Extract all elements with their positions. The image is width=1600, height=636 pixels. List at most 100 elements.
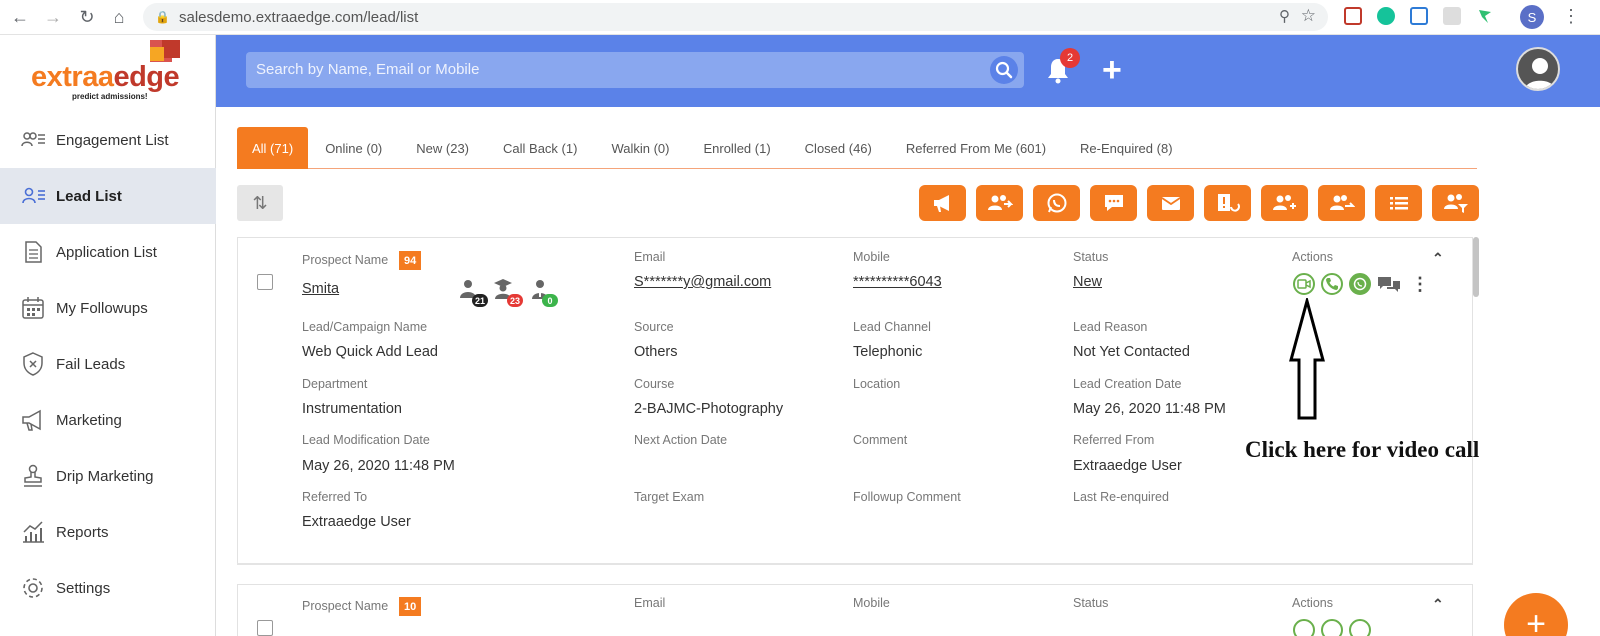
tab-referred-from-me[interactable]: Referred From Me (601): [889, 127, 1063, 169]
app-header: Search by Name, Email or Mobile 2 +: [216, 35, 1600, 107]
status-label: Status: [1073, 596, 1109, 610]
list-icon: [1389, 197, 1408, 210]
sidebar-item-settings[interactable]: Settings: [0, 560, 216, 616]
email-value[interactable]: S*******y@gmail.com: [634, 274, 771, 290]
prospect-name-label: Prospect Name: [302, 599, 389, 613]
tab-call-back[interactable]: Call Back (1): [486, 127, 594, 169]
course-value: 2-BAJMC-Photography: [634, 401, 784, 417]
sidebar-item-fail-leads[interactable]: Fail Leads: [0, 336, 216, 392]
lead-modification-date-label: Lead Modification Date: [302, 433, 430, 447]
target-exam-label: Target Exam: [634, 490, 705, 504]
sidebar-item-label: Reports: [56, 523, 109, 541]
tab-enrolled[interactable]: Enrolled (1): [686, 127, 787, 169]
search-icon[interactable]: [990, 56, 1018, 84]
back-icon[interactable]: ←: [5, 2, 35, 32]
sidebar-item-drip-marketing[interactable]: Drip Marketing: [0, 448, 216, 504]
sms-bulk-button[interactable]: [1090, 185, 1137, 221]
tab-all[interactable]: All (71): [237, 127, 309, 169]
whatsapp-icon[interactable]: [1349, 273, 1371, 295]
tab-new[interactable]: New (23): [399, 127, 486, 169]
whatsapp-icon: [1047, 193, 1066, 213]
lead-select-checkbox[interactable]: [257, 274, 273, 290]
sidebar-item-marketing[interactable]: Marketing: [0, 392, 216, 448]
extension-grey-icon[interactable]: [1443, 7, 1461, 25]
whatsapp-icon[interactable]: [1349, 619, 1371, 636]
prospect-name-link[interactable]: Smita: [302, 281, 339, 297]
phone-call-icon[interactable]: [1321, 273, 1343, 295]
zoom-icon[interactable]: ⚲: [1279, 7, 1290, 25]
tab-re-enquired[interactable]: Re-Enquired (8): [1063, 127, 1190, 169]
video-call-icon[interactable]: [1293, 619, 1315, 636]
extension-green-icon[interactable]: [1476, 7, 1494, 25]
info-count-badge: 0: [542, 294, 558, 307]
logo[interactable]: extraaedge predict admissions!: [0, 35, 216, 107]
lead-card: [237, 584, 1473, 636]
status-value[interactable]: New: [1073, 274, 1102, 290]
transfer-users-icon: [987, 195, 1013, 210]
search-input[interactable]: Search by Name, Email or Mobile: [246, 52, 1024, 88]
add-lead-button[interactable]: +: [1102, 52, 1122, 88]
extension-blue-icon[interactable]: [1410, 7, 1428, 25]
address-bar[interactable]: 🔒 salesdemo.extraaedge.com/lead/list ⚲ ☆: [143, 3, 1328, 31]
plus-icon: +: [1526, 605, 1546, 636]
bookmark-star-icon[interactable]: ☆: [1301, 6, 1316, 26]
stamp-icon: [24, 464, 42, 487]
browser-toolbar: ← → ↻ ⌂ 🔒 salesdemo.extraaedge.com/lead/…: [0, 0, 1600, 35]
last-re-enquired-label: Last Re-enquired: [1073, 490, 1169, 504]
scrollbar-thumb[interactable]: [1473, 237, 1479, 297]
change-status-button[interactable]: [1204, 185, 1251, 221]
more-options-icon[interactable]: ⋮: [1411, 274, 1429, 295]
source-label: Source: [634, 320, 674, 334]
lead-score-badge: 94: [399, 251, 422, 270]
referred-from-value: Extraaedge User: [1073, 458, 1182, 474]
whatsapp-bulk-button[interactable]: [1033, 185, 1080, 221]
card-separator: [237, 563, 1473, 565]
sidebar-item-application-list[interactable]: Application List: [0, 224, 216, 280]
collapse-chevron-icon[interactable]: ⌃: [1432, 596, 1444, 613]
calendar-icon: [22, 297, 44, 319]
home-icon[interactable]: ⌂: [104, 2, 134, 32]
user-avatar[interactable]: [1516, 47, 1560, 91]
email-bulk-button[interactable]: [1147, 185, 1194, 221]
phone-call-icon[interactable]: [1321, 619, 1343, 636]
sidebar-item-label: Settings: [56, 579, 111, 597]
bulk-campaign-button[interactable]: [919, 185, 966, 221]
department-value: Instrumentation: [302, 401, 402, 417]
list-view-button[interactable]: [1375, 185, 1422, 221]
sidebar-item-lead-list[interactable]: Lead List: [0, 168, 216, 224]
sidebar-item-reports[interactable]: Reports: [0, 504, 216, 560]
profile-avatar[interactable]: S: [1520, 5, 1544, 29]
forward-icon[interactable]: →: [38, 2, 68, 32]
assign-leads-button[interactable]: [1261, 185, 1308, 221]
sort-button[interactable]: ⇅: [237, 185, 283, 221]
shield-x-icon: [23, 352, 43, 376]
transfer-leads-button[interactable]: [976, 185, 1023, 221]
sidebar-item-label: Marketing: [56, 411, 122, 429]
source-value: Others: [634, 344, 678, 360]
reload-icon[interactable]: ↻: [72, 2, 102, 32]
sidebar-item-engagement-list[interactable]: Engagement List: [0, 112, 216, 168]
tab-closed[interactable]: Closed (46): [788, 127, 889, 169]
tab-walkin[interactable]: Walkin (0): [594, 127, 686, 169]
sidebar-item-label: My Followups: [56, 299, 148, 317]
sidebar-item-label: Lead List: [56, 187, 122, 205]
browser-menu-icon[interactable]: ⋮: [1562, 6, 1580, 27]
lock-icon: 🔒: [155, 10, 170, 24]
comment-label: Comment: [853, 433, 908, 447]
move-leads-button[interactable]: [1318, 185, 1365, 221]
location-label: Location: [853, 377, 901, 391]
filter-leads-button[interactable]: [1432, 185, 1479, 221]
extension-shield-icon[interactable]: [1344, 7, 1362, 25]
actions-label: Actions: [1292, 250, 1333, 264]
sidebar-item-my-followups[interactable]: My Followups: [0, 280, 216, 336]
annotation-text: Click here for video call: [1245, 437, 1480, 462]
grammarly-icon[interactable]: [1377, 7, 1395, 25]
mobile-value[interactable]: **********6043: [853, 274, 942, 290]
collapse-chevron-icon[interactable]: ⌃: [1432, 250, 1444, 267]
activity-count-badge: 21: [472, 294, 489, 307]
chat-icon[interactable]: [1377, 275, 1401, 295]
video-call-icon[interactable]: [1293, 273, 1315, 295]
tab-online[interactable]: Online (0): [308, 127, 399, 169]
lead-channel-label: Lead Channel: [853, 320, 931, 334]
lead-select-checkbox[interactable]: [257, 620, 273, 636]
